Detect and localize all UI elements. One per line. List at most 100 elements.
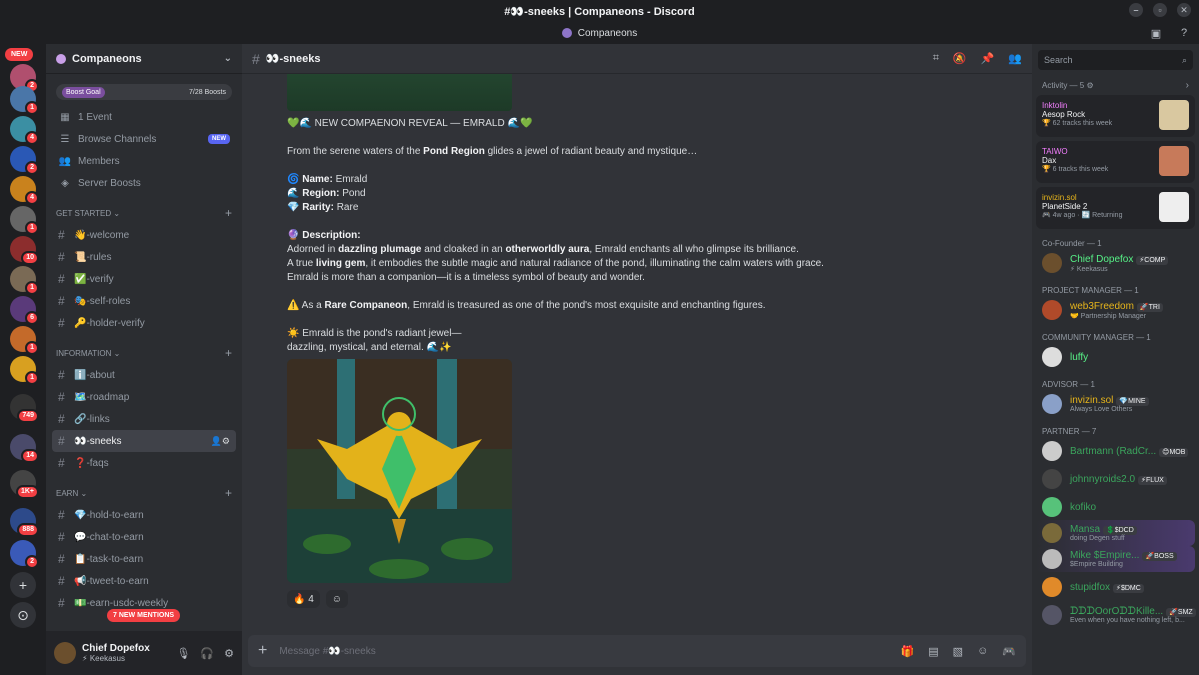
channel-label: 📢-tweet-to-earn <box>74 575 149 587</box>
server-avatar[interactable]: 14 <box>10 434 39 463</box>
channel-label: 🗺️-roadmap <box>74 391 130 403</box>
channel-label: 👋-welcome <box>74 229 130 241</box>
add-reaction-icon[interactable]: ☺ <box>325 590 349 608</box>
headphones-icon[interactable]: 🎧 <box>200 647 214 660</box>
maximize-icon[interactable]: ▫ <box>1153 3 1167 17</box>
member-item[interactable]: kofiko <box>1032 494 1199 520</box>
member-item[interactable]: invizin.sol 💎MINE Always Love Others <box>1032 391 1199 417</box>
member-item[interactable]: web3Freedom 🚀TRI 🤝 Partnership Manager <box>1032 297 1199 323</box>
guild-header[interactable]: Companeons ⌄ <box>46 44 242 74</box>
group-header: ADVISOR — 1 <box>1042 380 1095 389</box>
discover-icon[interactable]: ⊙ <box>10 602 36 628</box>
channel-verify[interactable]: # ✅-verify <box>52 268 236 290</box>
category-earn[interactable]: EARN ⌄ + <box>46 482 242 504</box>
gear-icon[interactable]: ⚙ <box>224 647 234 660</box>
gif-icon[interactable]: ▤ <box>928 645 938 658</box>
member-item[interactable]: Bartmann (RadCr... 😊MOB <box>1032 438 1199 464</box>
server-avatar[interactable]: 1 <box>10 266 39 295</box>
channel-hold-to-earn[interactable]: # 💎-hold-to-earn <box>52 504 236 526</box>
category-get-started[interactable]: GET STARTED ⌄ + <box>46 202 242 224</box>
new-pill[interactable]: NEW <box>5 48 34 61</box>
members-icon[interactable]: 👥 <box>1008 52 1022 65</box>
channel-sneeks[interactable]: # 👀-sneeks 👤⚙ <box>52 430 236 452</box>
server-avatar[interactable]: 2 <box>10 146 39 175</box>
hash-icon: # <box>58 508 65 522</box>
attachment-image[interactable] <box>287 74 512 111</box>
add-channel-icon[interactable]: + <box>225 486 232 500</box>
activity-card[interactable]: Inktolin Aesop Rock 🏆 62 tracks this week <box>1036 95 1195 137</box>
sticker-icon[interactable]: ▧ <box>953 645 963 658</box>
add-server-icon[interactable]: + <box>10 572 36 598</box>
server-avatar[interactable]: 2 <box>10 540 39 569</box>
channel-holder-verify[interactable]: # 🔑-holder-verify <box>52 312 236 334</box>
new-mentions-pill[interactable]: 7 NEW MENTIONS <box>107 609 181 622</box>
threads-icon[interactable]: ⌗ <box>933 52 939 65</box>
mute-icon[interactable]: 🔕 <box>953 52 967 65</box>
avatar[interactable] <box>54 642 76 664</box>
server-avatar[interactable]: 4 <box>10 176 39 205</box>
channel-links[interactable]: # 🔗-links <box>52 408 236 430</box>
server-avatar[interactable]: 10 <box>10 236 39 265</box>
search-input[interactable]: Search ⌕ <box>1038 50 1193 70</box>
channel-about[interactable]: # ℹ️-about <box>52 364 236 386</box>
channel-faqs[interactable]: # ❓-faqs <box>52 452 236 474</box>
channel-tweet-to-earn[interactable]: # 📢-tweet-to-earn <box>52 570 236 592</box>
unread-badge: 1 <box>25 371 39 385</box>
channel-task-to-earn[interactable]: # 📋-task-to-earn <box>52 548 236 570</box>
microphone-icon[interactable]: 🎙 <box>176 647 190 660</box>
help-icon[interactable]: ? <box>1177 26 1191 40</box>
unread-badge: 14 <box>21 449 39 463</box>
channel-roadmap[interactable]: # 🗺️-roadmap <box>52 386 236 408</box>
menu-browse-channels[interactable]: ☰ Browse Channels NEW <box>46 128 242 150</box>
server-avatar[interactable]: 1 <box>10 326 39 355</box>
add-channel-icon[interactable]: + <box>225 346 232 360</box>
server-avatar[interactable]: 1 <box>10 356 39 385</box>
channel-rules[interactable]: # 📜-rules <box>52 246 236 268</box>
server-avatar[interactable]: 1 <box>10 86 39 115</box>
member-item[interactable]: Mansa 💲$DCD doing Degen stuff <box>1036 520 1195 546</box>
album-art <box>1159 100 1189 130</box>
channel-chat-to-earn[interactable]: # 💬-chat-to-earn <box>52 526 236 548</box>
companeon-image[interactable] <box>287 359 512 583</box>
message-input[interactable]: Message #👀-sneeks <box>279 646 375 657</box>
add-channel-icon[interactable]: + <box>225 206 232 220</box>
chevron-right-icon[interactable]: › <box>1186 80 1189 91</box>
server-avatar[interactable]: 6 <box>10 296 39 325</box>
menu-members[interactable]: 👥 Members <box>46 150 242 172</box>
unread-badge: 1 <box>25 281 39 295</box>
gift-icon[interactable]: 🎁 <box>901 645 915 658</box>
category-information[interactable]: INFORMATION ⌄ + <box>46 342 242 364</box>
pin-icon[interactable]: 📌 <box>981 52 995 65</box>
chevron-down-icon[interactable]: ⌄ <box>224 53 232 64</box>
server-avatar[interactable]: 1K+ <box>10 470 39 499</box>
avatar <box>1042 441 1062 461</box>
reaction-fire[interactable]: 🔥 4 <box>287 590 320 608</box>
member-item[interactable]: Chief Dopefox ⚡COMP ⚡ Keekasus <box>1032 250 1199 276</box>
server-avatar[interactable]: 749 <box>10 394 39 423</box>
activities-icon[interactable]: 🎮 <box>1002 645 1016 658</box>
member-item[interactable]: stupidfox ⚡$DMC <box>1032 574 1199 600</box>
server-avatar[interactable]: 4 <box>10 116 39 145</box>
message-composer[interactable]: + Message #👀-sneeks 🎁 ▤ ▧ ☺ 🎮 <box>248 635 1026 667</box>
avatar <box>1042 253 1062 273</box>
emoji-icon[interactable]: ☺ <box>977 645 988 658</box>
menu-server-boosts[interactable]: ◈ Server Boosts <box>46 172 242 194</box>
server-avatar[interactable]: 1 <box>10 206 39 235</box>
member-item[interactable]: johnnyroids2.0 ⚡FLUX <box>1032 466 1199 492</box>
attach-icon[interactable]: + <box>258 642 267 660</box>
channel-settings-icon[interactable]: 👤⚙ <box>211 436 230 447</box>
server-avatar[interactable]: 888 <box>10 508 39 537</box>
member-item[interactable]: luffy <box>1032 344 1199 370</box>
activity-card[interactable]: TAIWO Dax 🏆 6 tracks this week <box>1036 141 1195 183</box>
member-item[interactable]: Mike $Empire... 🚀BOSS $Empire Building <box>1036 546 1195 572</box>
channel-self-roles[interactable]: # 🎭-self-roles <box>52 290 236 312</box>
close-icon[interactable]: ✕ <box>1177 3 1191 17</box>
channel-welcome[interactable]: # 👋-welcome <box>52 224 236 246</box>
channel-label: 🔗-links <box>74 413 110 425</box>
minimize-icon[interactable]: – <box>1129 3 1143 17</box>
member-item[interactable]: ᗪᗪᗪOorOᗪᗪKille... 🚀SMZ Even when you have … <box>1032 602 1199 628</box>
activity-card[interactable]: invizin.sol PlanetSide 2 🎮 4w ago · 🔄 Retu… <box>1036 187 1195 229</box>
boost-goal-bar[interactable]: Boost Goal 7/28 Boosts <box>56 84 232 100</box>
menu-events[interactable]: ▦ 1 Event <box>46 106 242 128</box>
inbox-icon[interactable]: ▣ <box>1149 26 1163 40</box>
